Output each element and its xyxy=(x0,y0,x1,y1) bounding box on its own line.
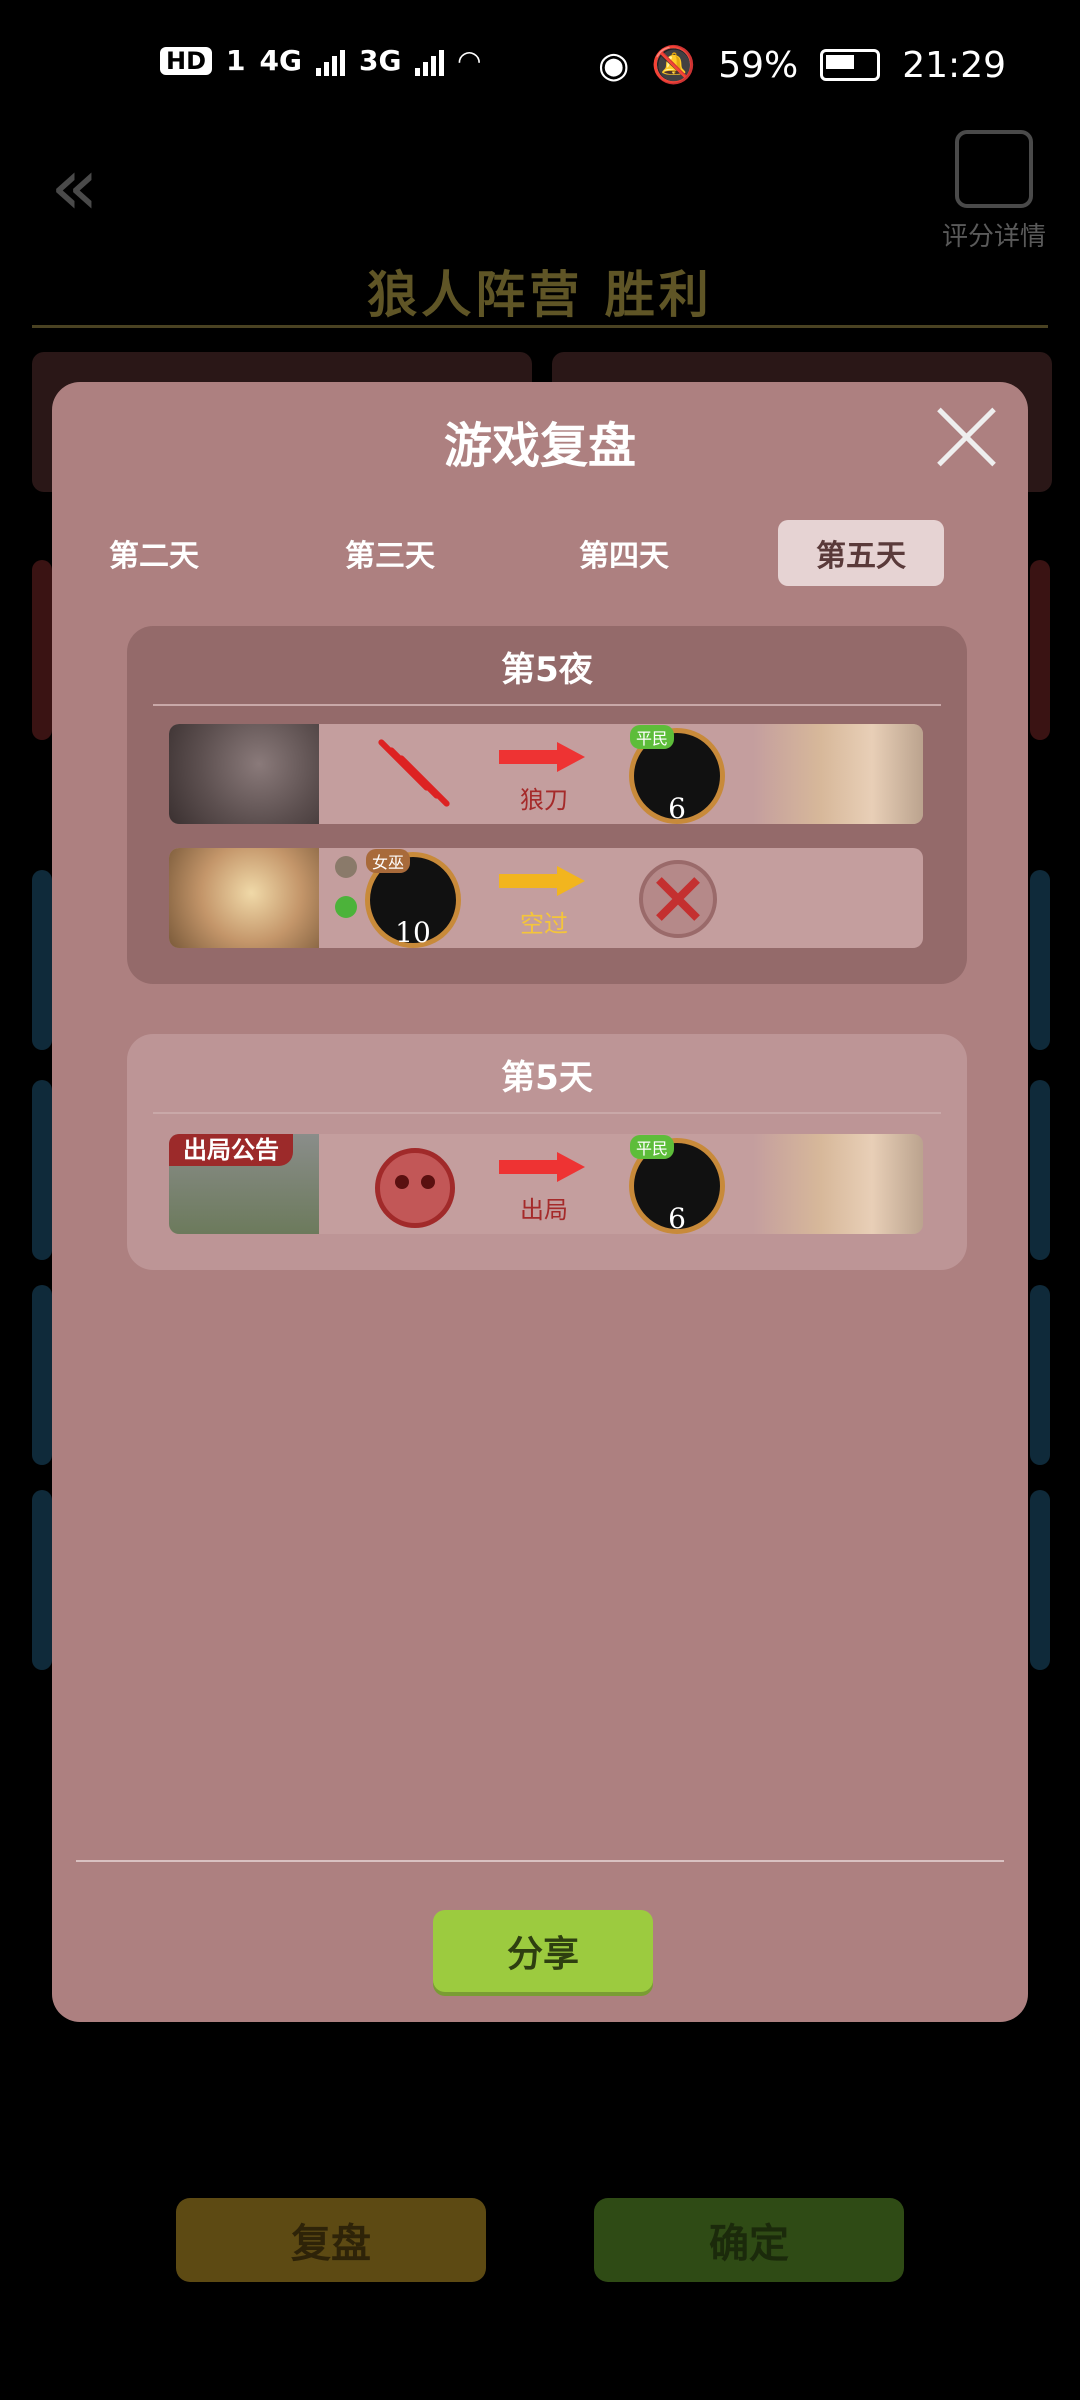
hd-badge: HD xyxy=(160,46,213,75)
actor-player-avatar[interactable]: 女巫 10 xyxy=(365,849,461,948)
status-right: ◉ 🔕 59% 21:29 xyxy=(597,44,1006,87)
game-replay-modal: 游戏复盘 第二天 第三天 第四天 第五天 第5夜 狼刀 平民 6 女巫 10 空… xyxy=(52,382,1028,2022)
target-player-avatar[interactable]: 平民 6 xyxy=(629,725,725,824)
player-card xyxy=(1030,1490,1050,1670)
signal-icon xyxy=(315,46,345,76)
list-icon xyxy=(955,130,1033,208)
player-card xyxy=(32,1080,52,1260)
player-card xyxy=(32,560,52,740)
potion-icons xyxy=(335,856,359,940)
battery-icon xyxy=(820,49,881,81)
cross-icon xyxy=(639,860,717,938)
player-card xyxy=(1030,1285,1050,1465)
result-title: 狼人阵营 胜利 xyxy=(367,266,713,324)
elimination-banner: 出局公告 xyxy=(169,1134,293,1166)
modal-title: 游戏复盘 xyxy=(443,418,636,474)
arrow-right-icon xyxy=(499,742,585,772)
network-type-2: 3G xyxy=(358,44,402,77)
action-label: 空过 xyxy=(520,910,568,938)
divider xyxy=(32,325,1048,328)
player-card xyxy=(32,1285,52,1465)
villager-portrait xyxy=(753,724,923,824)
network-type-1: 4G xyxy=(259,44,302,77)
player-card xyxy=(32,870,52,1050)
day-tabs: 第二天 第三天 第四天 第五天 xyxy=(52,520,1028,590)
player-number: 6 xyxy=(668,1202,686,1234)
role-tag: 平民 xyxy=(630,1135,675,1159)
status-left: HD 1 4G 3G ◠ xyxy=(160,44,480,77)
night-title: 第5夜 xyxy=(501,650,593,690)
divider xyxy=(153,1112,941,1114)
day-section: 第5天 出局公告 出局 平民 6 xyxy=(127,1034,967,1270)
role-tag: 女巫 xyxy=(366,849,411,873)
night-event-row: 女巫 10 空过 xyxy=(169,848,923,948)
player-card xyxy=(1030,560,1050,740)
player-number: 10 xyxy=(395,916,431,948)
villager-portrait xyxy=(753,1134,923,1234)
signal-icon-2 xyxy=(415,46,445,76)
arrow-right-icon xyxy=(499,1152,585,1182)
confirm-button[interactable]: 确定 xyxy=(594,2198,904,2282)
witch-portrait xyxy=(169,848,319,948)
status-bar: HD 1 4G 3G ◠ ◉ 🔕 59% 21:29 xyxy=(0,0,1080,130)
night-event-row: 狼刀 平民 6 xyxy=(169,724,923,824)
player-card xyxy=(1030,870,1050,1050)
battery-percent: 59% xyxy=(718,44,799,86)
replay-button[interactable]: 复盘 xyxy=(176,2198,486,2282)
divider xyxy=(153,704,941,706)
sim-slot: 1 xyxy=(226,44,246,77)
divider xyxy=(76,1860,1004,1862)
target-player-avatar[interactable]: 平民 6 xyxy=(629,1135,725,1234)
tab-day-5[interactable]: 第五天 xyxy=(778,520,944,586)
wifi-icon: ◠ xyxy=(458,44,480,77)
claw-icon xyxy=(369,738,451,808)
share-button[interactable]: 分享 xyxy=(433,1910,653,1992)
day-event-row: 出局公告 出局 平民 6 xyxy=(169,1134,923,1234)
arrow-right-icon xyxy=(499,866,585,896)
tab-day-2[interactable]: 第二天 xyxy=(94,520,214,586)
night-section: 第5夜 狼刀 平民 6 女巫 10 空过 xyxy=(127,626,967,984)
double-chevron-left-icon[interactable]: « xyxy=(50,140,99,233)
action-label: 狼刀 xyxy=(520,786,568,814)
tab-day-3[interactable]: 第三天 xyxy=(330,520,450,586)
close-icon[interactable] xyxy=(932,402,1002,472)
player-number: 6 xyxy=(668,792,686,824)
player-card xyxy=(1030,1080,1050,1260)
tab-day-4[interactable]: 第四天 xyxy=(564,520,684,586)
player-card xyxy=(32,1490,52,1670)
role-tag: 平民 xyxy=(630,725,675,749)
eye-icon: ◉ xyxy=(597,44,630,86)
score-detail-button[interactable]: 评分详情 xyxy=(934,130,1054,253)
skull-icon xyxy=(375,1148,455,1228)
clock: 21:29 xyxy=(902,44,1006,86)
bell-off-icon: 🔕 xyxy=(651,45,697,86)
wolf-portrait xyxy=(169,724,319,824)
action-label: 出局 xyxy=(520,1196,568,1224)
score-detail-label: 评分详情 xyxy=(941,222,1046,252)
day-title: 第5天 xyxy=(501,1058,593,1098)
